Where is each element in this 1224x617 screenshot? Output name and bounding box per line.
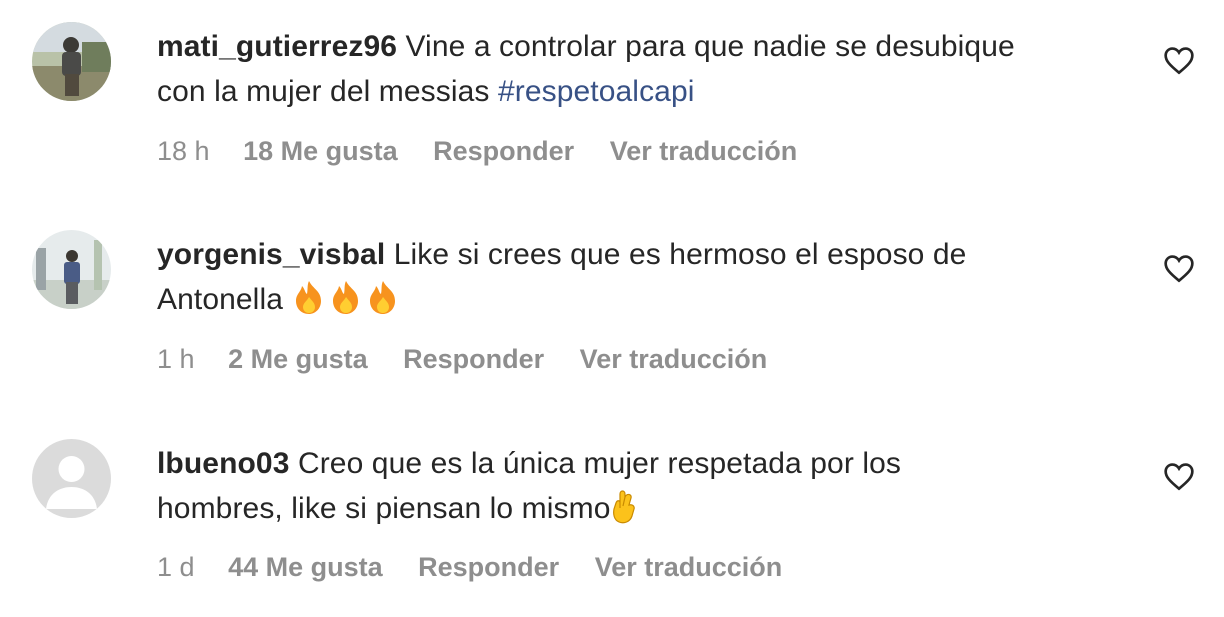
comment-meta: 1 h 2 Me gusta Responder Ver traducción xyxy=(157,344,795,375)
like-heart-icon[interactable] xyxy=(1163,253,1195,283)
avatar[interactable] xyxy=(32,230,111,309)
fire-emoji-icon xyxy=(291,279,403,328)
crossed-fingers-emoji-icon xyxy=(610,488,640,537)
hashtag-link[interactable]: #respetoalcapi xyxy=(498,75,695,108)
comment-text-line2: con la mujer del messias xyxy=(157,75,498,108)
comment-text: mati_gutierrez96 Vine a controlar para q… xyxy=(157,24,1147,114)
comment-text: lbueno03 Creo que es la única mujer resp… xyxy=(157,441,1147,537)
reply-button[interactable]: Responder xyxy=(433,136,574,166)
user-photo-avatar-icon xyxy=(32,230,111,309)
timestamp[interactable]: 1 d xyxy=(157,552,195,582)
username[interactable]: mati_gutierrez96 xyxy=(157,30,397,63)
avatar[interactable] xyxy=(32,22,111,101)
comment-text-line1: Like si crees que es hermoso el esposo d… xyxy=(393,238,967,271)
likes-count[interactable]: 2 Me gusta xyxy=(228,344,368,374)
comment-text-line2: hombres, like si piensan lo mismo xyxy=(157,492,611,525)
timestamp[interactable]: 1 h xyxy=(157,344,195,374)
see-translation-button[interactable]: Ver traducción xyxy=(610,136,798,166)
user-photo-avatar-icon xyxy=(32,22,111,101)
reply-button[interactable]: Responder xyxy=(403,344,544,374)
comment-text-line1: Creo que es la única mujer respetada por… xyxy=(297,447,902,480)
reply-button[interactable]: Responder xyxy=(418,552,559,582)
comment-meta: 18 h 18 Me gusta Responder Ver traducció… xyxy=(157,136,825,167)
likes-count[interactable]: 18 Me gusta xyxy=(243,136,398,166)
comment-meta: 1 d 44 Me gusta Responder Ver traducción xyxy=(157,552,810,583)
comment-text-line2: Antonella xyxy=(157,283,292,316)
comment-text-line1: Vine a controlar para que nadie se desub… xyxy=(405,30,1015,63)
username[interactable]: lbueno03 xyxy=(157,447,290,480)
likes-count[interactable]: 44 Me gusta xyxy=(228,552,383,582)
avatar[interactable] xyxy=(32,439,111,518)
like-heart-icon[interactable] xyxy=(1163,461,1195,491)
see-translation-button[interactable]: Ver traducción xyxy=(580,344,768,374)
see-translation-button[interactable]: Ver traducción xyxy=(595,552,783,582)
like-heart-icon[interactable] xyxy=(1163,45,1195,75)
username[interactable]: yorgenis_visbal xyxy=(157,238,385,271)
comment-text: yorgenis_visbal Like si crees que es her… xyxy=(157,232,1147,328)
default-avatar-icon xyxy=(32,439,111,518)
timestamp[interactable]: 18 h xyxy=(157,136,210,166)
